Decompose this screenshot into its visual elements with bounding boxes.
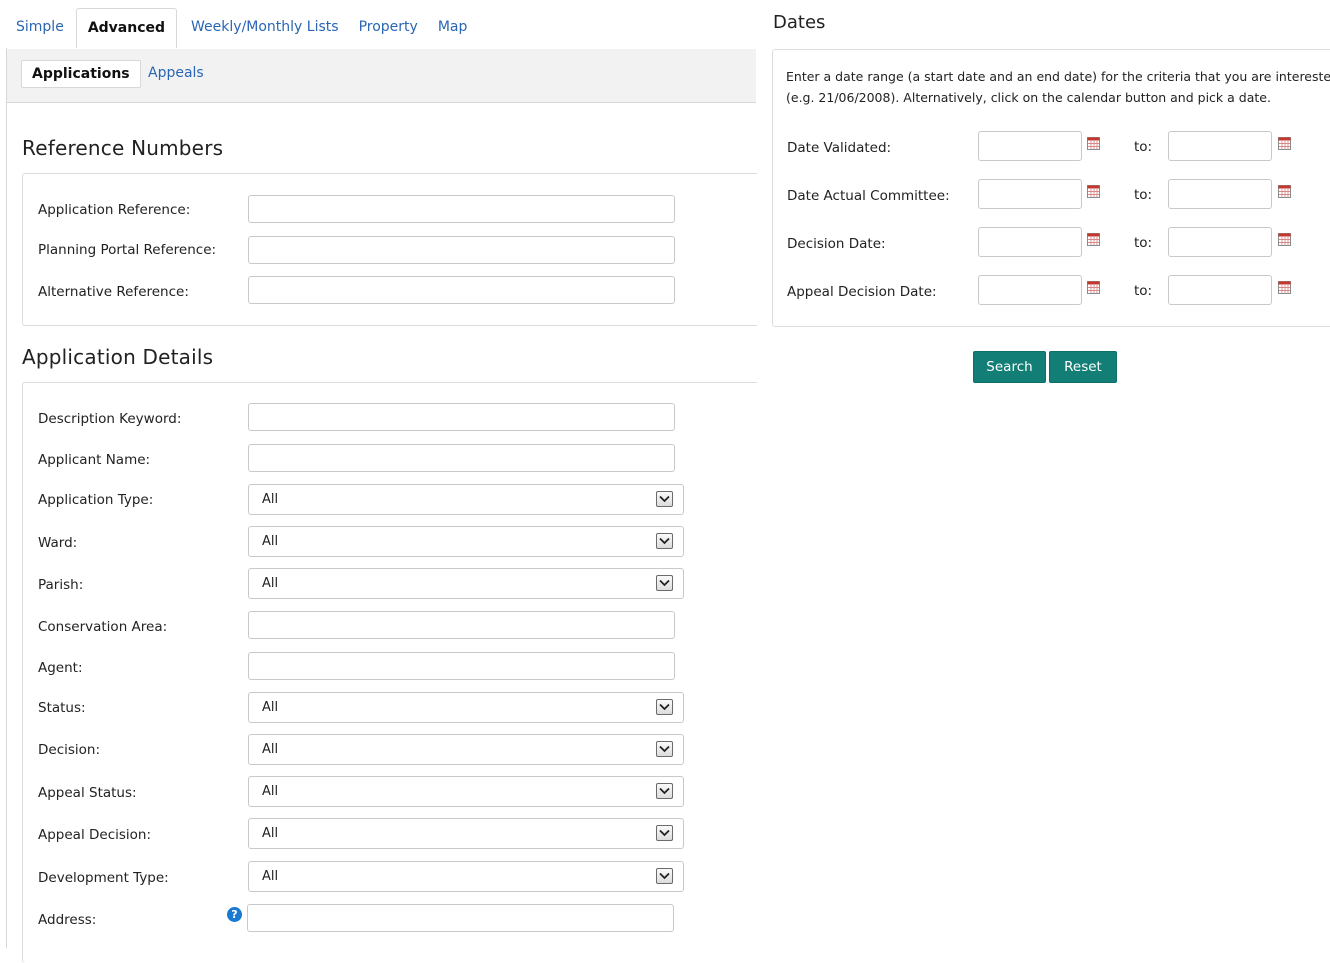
selected-value: All [262,784,279,799]
reset-button[interactable]: Reset [1049,351,1117,383]
chevron-down-icon[interactable] [656,491,673,507]
calendar-icon[interactable] [1087,281,1100,294]
decision-date-label: Decision Date: [787,236,886,252]
applicant-name-label: Applicant Name: [38,452,151,468]
description-keyword-label: Description Keyword: [38,411,182,427]
chevron-down-icon[interactable] [656,575,673,591]
dates-instructions: Enter a date range (a start date and an … [786,66,1330,108]
appeal-decision-label: Appeal Decision: [38,827,152,843]
help-icon[interactable]: ? [227,907,242,922]
selected-value: All [262,576,279,591]
dates-instructions-line-1: Enter a date range (a start date and an … [786,69,1330,84]
conservation-area-input[interactable] [248,611,675,639]
tab-weekly-monthly-lists[interactable]: Weekly/Monthly Lists [181,8,349,48]
status-label: Status: [38,700,86,716]
tab-property[interactable]: Property [349,8,428,48]
selected-value: All [262,826,279,841]
appeal-decision-date-label: Appeal Decision Date: [787,284,937,300]
top-tab-bar: Simple Advanced Weekly/Monthly Lists Pro… [6,8,477,48]
application-reference-input[interactable] [248,195,675,223]
planning-portal-reference-input[interactable] [248,236,675,264]
dates-instructions-line-2: (e.g. 21/06/2008). Alternatively, click … [786,90,1271,105]
address-input[interactable] [247,904,674,932]
tab-simple[interactable]: Simple [6,8,74,48]
appeal-decision-date-from-input[interactable] [978,275,1082,305]
chevron-down-icon[interactable] [656,699,673,715]
date-validated-to-label: to: [1134,139,1153,155]
agent-input[interactable] [248,652,675,680]
planning-portal-reference-label: Planning Portal Reference: [38,242,217,258]
sub-tab-bar: Applications Appeals [7,49,756,103]
alternative-reference-label: Alternative Reference: [38,284,189,300]
parish-select[interactable]: All [248,568,684,599]
selected-value: All [262,534,279,549]
ward-label: Ward: [38,535,78,551]
reference-numbers-heading: Reference Numbers [22,136,224,160]
ward-select[interactable]: All [248,526,684,557]
chevron-down-icon[interactable] [656,741,673,757]
date-actual-committee-to-input[interactable] [1168,179,1272,209]
calendar-icon[interactable] [1278,185,1291,198]
date-validated-from-input[interactable] [978,131,1082,161]
appeal-decision-date-to-label: to: [1134,283,1153,299]
calendar-icon[interactable] [1087,233,1100,246]
date-actual-committee-to-label: to: [1134,187,1153,203]
description-keyword-input[interactable] [248,403,675,431]
appeal-decision-date-to-input[interactable] [1168,275,1272,305]
date-actual-committee-label: Date Actual Committee: [787,188,950,204]
application-type-select[interactable]: All [248,484,684,515]
tab-advanced[interactable]: Advanced [75,8,178,48]
appeal-status-select[interactable]: All [248,776,684,807]
appeal-status-label: Appeal Status: [38,785,137,801]
decision-date-from-input[interactable] [978,227,1082,257]
selected-value: All [262,742,279,757]
chevron-down-icon[interactable] [656,533,673,549]
decision-label: Decision: [38,742,101,758]
date-actual-committee-from-input[interactable] [978,179,1082,209]
date-validated-label: Date Validated: [787,140,892,156]
chevron-down-icon[interactable] [656,825,673,841]
subtab-applications[interactable]: Applications [21,60,141,88]
decision-date-to-input[interactable] [1168,227,1272,257]
alternative-reference-input[interactable] [248,276,675,304]
status-select[interactable]: All [248,692,684,723]
selected-value: All [262,700,279,715]
address-label: Address: [38,912,97,928]
decision-select[interactable]: All [248,734,684,765]
application-reference-label: Application Reference: [38,202,191,218]
appeal-decision-select[interactable]: All [248,818,684,849]
selected-value: All [262,492,279,507]
selected-value: All [262,869,279,884]
chevron-down-icon[interactable] [656,783,673,799]
calendar-icon[interactable] [1278,233,1291,246]
calendar-icon[interactable] [1278,137,1291,150]
decision-date-to-label: to: [1134,235,1153,251]
subtab-appeals[interactable]: Appeals [141,60,211,86]
tab-map[interactable]: Map [428,8,478,48]
parish-label: Parish: [38,577,84,593]
application-details-heading: Application Details [22,345,214,369]
search-button[interactable]: Search [973,351,1046,383]
development-type-label: Development Type: [38,870,169,886]
calendar-icon[interactable] [1087,137,1100,150]
development-type-select[interactable]: All [248,861,684,892]
calendar-icon[interactable] [1278,281,1291,294]
date-validated-to-input[interactable] [1168,131,1272,161]
application-type-label: Application Type: [38,492,154,508]
calendar-icon[interactable] [1087,185,1100,198]
conservation-area-label: Conservation Area: [38,619,168,635]
dates-heading: Dates [773,12,826,33]
applicant-name-input[interactable] [248,444,675,472]
agent-label: Agent: [38,660,83,676]
chevron-down-icon[interactable] [656,868,673,884]
